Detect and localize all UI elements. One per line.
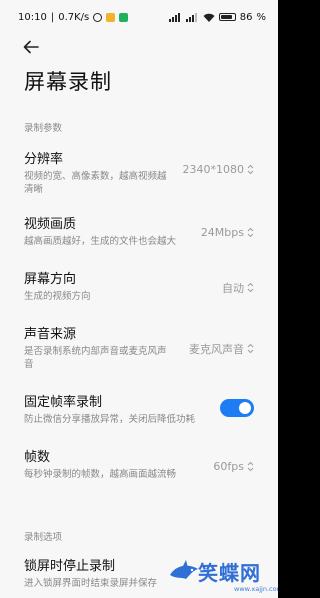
battery-icon <box>218 13 236 21</box>
setting-value: 60fps <box>213 458 254 475</box>
battery-percent: 86 <box>239 11 253 23</box>
setting-value: 自动 <box>222 279 254 296</box>
battery-level <box>220 15 232 19</box>
setting-value: 24Mbps <box>201 224 254 241</box>
separator: | <box>50 11 55 23</box>
fixed-frame-rate-toggle[interactable] <box>220 399 254 417</box>
setting-video-quality[interactable]: 视频画质 越高画质越好，生成的文件也会越大 24Mbps <box>0 216 278 248</box>
section-header-options: 录制选项 <box>24 532 63 543</box>
section-header-params: 录制参数 <box>24 123 63 134</box>
description-line: 音 <box>24 359 34 370</box>
setting-value: 麦克风声音 <box>189 340 254 357</box>
setting-value: 2340*1080 <box>183 161 255 178</box>
net-speed: 0.7K/s <box>58 11 90 23</box>
value-text: 60fps <box>213 460 244 473</box>
description-line: 清晰 <box>24 184 44 195</box>
setting-description: 生成的视频方向 <box>24 291 91 302</box>
watermark-url: www.xajjn.com <box>234 585 278 593</box>
app-notification-icon <box>106 12 116 22</box>
up-down-chevron-icon <box>247 282 254 293</box>
setting-frame-rate[interactable]: 帧数 每秒钟录制的帧数，越高画面越流畅 60fps <box>0 449 278 481</box>
shark-logo-icon <box>170 560 198 579</box>
watermark-logo: 笑蝶网 www.xajjn.com <box>168 555 278 598</box>
page-title: 屏幕录制 <box>24 70 112 94</box>
status-bar: 10:10 | 0.7K/s 86 % <box>0 0 278 34</box>
back-button[interactable] <box>20 36 42 58</box>
percent-sign: % <box>256 11 266 23</box>
status-left: 10:10 | 0.7K/s <box>18 11 129 23</box>
status-right: 86% <box>168 11 266 23</box>
status-time: 10:10 <box>18 11 47 23</box>
screen: 10:10 | 0.7K/s 86 % 屏幕录制 录制参数 分辨率 视频的宽、高… <box>0 0 278 598</box>
value-text: 麦克风声音 <box>189 342 244 356</box>
setting-description: 防止微信分享播放异常，关闭后降低功耗 <box>24 414 196 425</box>
up-down-chevron-icon <box>247 164 254 175</box>
up-down-chevron-icon <box>247 227 254 238</box>
up-down-chevron-icon <box>247 343 254 354</box>
watermark-text: 笑蝶网 <box>198 561 261 585</box>
setting-audio-source[interactable]: 声音来源 是否录制系统内部声音或麦克风声 音 麦克风声音 <box>0 326 278 371</box>
toggle-knob <box>239 402 251 414</box>
setting-title: 屏幕方向 <box>24 272 77 287</box>
alarm-clock-icon <box>93 12 103 22</box>
up-down-chevron-icon <box>247 461 254 472</box>
setting-screen-orientation[interactable]: 屏幕方向 生成的视频方向 自动 <box>0 271 278 303</box>
arrow-left-icon <box>23 40 39 54</box>
value-text: 2340*1080 <box>182 163 245 176</box>
signal-icon <box>185 12 197 22</box>
value-text: 自动 <box>222 281 244 295</box>
setting-resolution[interactable]: 分辨率 视频的宽、高像素数，越高视频越 清晰 2340*1080 <box>0 151 278 196</box>
signal-icon <box>168 12 180 22</box>
value-text: 24Mbps <box>200 226 244 239</box>
app-notification-icon <box>119 12 129 22</box>
wifi-icon <box>203 13 215 22</box>
